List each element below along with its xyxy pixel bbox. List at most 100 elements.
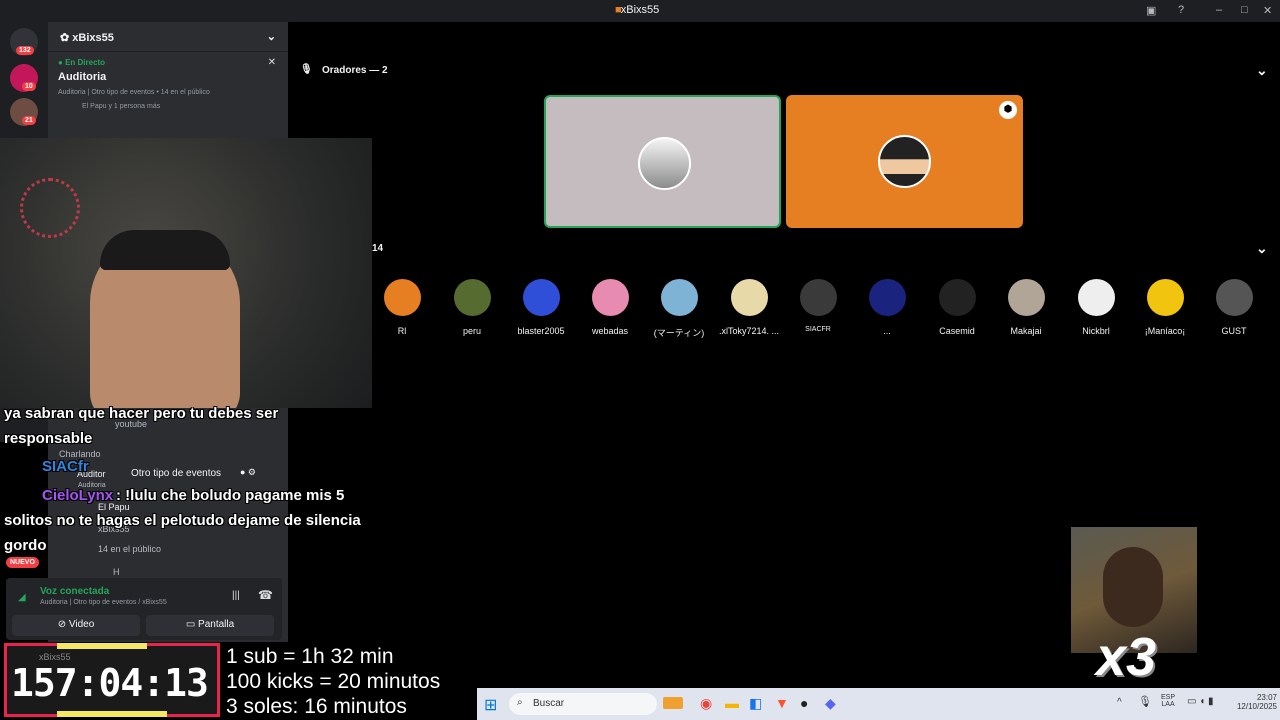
multiplier-label: x3 bbox=[1096, 627, 1157, 687]
microphone-icon[interactable]: 🎙 bbox=[1138, 695, 1152, 708]
speaker-tile[interactable] bbox=[544, 95, 781, 228]
taskbar-search[interactable]: ⌕ Buscar bbox=[509, 693, 657, 715]
voice-status[interactable]: Voz conectada bbox=[40, 586, 109, 597]
brave-icon[interactable]: ▼ bbox=[775, 695, 789, 711]
avatar bbox=[799, 279, 837, 316]
rule-line: 100 kicks = 20 minutos bbox=[226, 670, 441, 693]
inbox-icon[interactable]: ▣ bbox=[1146, 4, 1156, 17]
subathon-timer: xBixs55 157:04:13 bbox=[4, 643, 220, 717]
audience-member[interactable]: ‎.xlToky7214‎. ... bbox=[716, 279, 782, 336]
webcam-overlay bbox=[0, 138, 372, 408]
rule-line: 1 sub = 1h 32 min bbox=[226, 645, 394, 668]
chat-line: solitos no te hagas el pelotudo dejame d… bbox=[4, 512, 361, 529]
decor-lights bbox=[20, 178, 80, 238]
audience-member[interactable]: Casemid bbox=[924, 279, 990, 336]
moderator-icon: ⬢ bbox=[999, 101, 1017, 119]
stage-meta: Auditoria | Otro tipo de eventos • 14 en… bbox=[58, 89, 210, 96]
chat-line: responsable bbox=[4, 430, 93, 447]
audience-member[interactable]: Nickbrl bbox=[1063, 279, 1129, 336]
clock[interactable]: 23:07 12/10/2025 bbox=[1225, 693, 1277, 711]
voice-path: Auditoria | Otro tipo de eventos / xBixs… bbox=[40, 599, 167, 606]
minimize-icon[interactable]: – bbox=[1216, 4, 1222, 16]
signal-icon: ◢ bbox=[18, 592, 26, 603]
channel-h[interactable]: H bbox=[113, 567, 120, 577]
chevron-down-icon[interactable]: ⌄ bbox=[1256, 62, 1268, 79]
timer-accent bbox=[57, 711, 167, 717]
server-icon[interactable]: 21 bbox=[10, 98, 38, 126]
live-stage-card[interactable]: ● En Directo Auditoria Auditoria | Otro … bbox=[48, 52, 288, 116]
audience-member[interactable]: SIACFR bbox=[785, 279, 851, 333]
title-bar: ■ xBixs55 ▣ ? – □ ✕ bbox=[0, 0, 1280, 22]
audience-member[interactable]: ¡Maníaco¡ bbox=[1132, 279, 1198, 336]
maximize-icon[interactable]: □ bbox=[1241, 4, 1248, 16]
chrome-icon[interactable]: ◉ bbox=[700, 695, 712, 712]
language-indicator[interactable]: ESP LAA bbox=[1161, 694, 1175, 708]
video-button[interactable]: ⊘ Video bbox=[12, 615, 140, 636]
chat-username: CieloLynx bbox=[42, 487, 114, 504]
noise-suppression-icon[interactable]: ||| bbox=[232, 590, 240, 601]
windows-taskbar: ⊞ ⌕ Buscar ◉ ▬ ◧ ▼ ● ◆ ^ 🎙 ESP LAA ▭ ◖ ▮ … bbox=[477, 688, 1280, 720]
new-badge: NUEVO bbox=[6, 557, 39, 568]
close-icon[interactable]: ✕ bbox=[268, 57, 276, 68]
chat-line: gordo bbox=[4, 537, 47, 554]
avatar bbox=[522, 279, 560, 316]
audience-member[interactable]: Rl bbox=[369, 279, 435, 336]
avatar bbox=[1077, 279, 1115, 316]
microphone-icon: 🎙 bbox=[300, 64, 313, 75]
help-icon[interactable]: ? bbox=[1178, 4, 1184, 16]
avatar bbox=[660, 279, 698, 316]
avatar bbox=[938, 279, 976, 316]
avatar bbox=[730, 279, 768, 316]
server-icon: ✿ bbox=[60, 32, 73, 44]
audience-header: 14 bbox=[372, 243, 384, 254]
screen-icon: ▭ bbox=[185, 619, 199, 630]
discord-icon[interactable]: ◆ bbox=[825, 695, 836, 712]
avatar bbox=[1146, 279, 1184, 316]
stage-name: Auditoria bbox=[58, 71, 107, 83]
chevron-down-icon[interactable]: ⌄ bbox=[1256, 240, 1268, 257]
camera-off-icon: ⊘ bbox=[57, 619, 69, 630]
app-icon[interactable]: ◧ bbox=[749, 695, 762, 712]
event-type: Otro tipo de eventos bbox=[131, 468, 222, 479]
speaker-tile[interactable]: ⬢ bbox=[786, 95, 1023, 228]
network-icon[interactable]: ▭ ◖ ▮ bbox=[1187, 696, 1214, 707]
audience-member[interactable]: (マーティン) bbox=[646, 279, 712, 339]
audience-member[interactable]: ... bbox=[854, 279, 920, 336]
mention-badge: 132 bbox=[16, 46, 34, 55]
timer-accent bbox=[57, 643, 147, 649]
avatar bbox=[453, 279, 491, 316]
audience-member[interactable]: GUST bbox=[1201, 279, 1267, 336]
tray-chevron-icon[interactable]: ^ bbox=[1117, 697, 1122, 708]
audience-member[interactable]: peru bbox=[439, 279, 505, 336]
server-name: xBixs55 bbox=[72, 32, 114, 44]
avatar bbox=[1007, 279, 1045, 316]
live-label: ● En Directo bbox=[58, 58, 106, 67]
guest-figure bbox=[1103, 547, 1163, 627]
windows-start-icon[interactable]: ⊞ bbox=[484, 695, 497, 715]
avatar bbox=[638, 137, 691, 190]
avatar bbox=[591, 279, 629, 316]
app-icon[interactable] bbox=[663, 697, 683, 709]
audience-count: 14 en el público bbox=[98, 544, 162, 554]
audience-member[interactable]: Makajai bbox=[993, 279, 1059, 336]
screen-share-button[interactable]: ▭ Pantalla bbox=[146, 615, 274, 636]
close-window-icon[interactable]: ✕ bbox=[1263, 4, 1272, 17]
avatar bbox=[383, 279, 421, 316]
mention-badge: 10 bbox=[22, 82, 36, 91]
audience-member[interactable]: webadas bbox=[577, 279, 643, 336]
audience-member[interactable]: blaster2005 bbox=[508, 279, 574, 336]
server-icon[interactable]: 10 bbox=[10, 64, 38, 92]
chat-line: ya sabran que hacer pero tu debes ser bbox=[4, 405, 279, 422]
avatar bbox=[1215, 279, 1253, 316]
event-icons[interactable]: ● ⚙ bbox=[240, 467, 256, 478]
dm-home-icon[interactable]: 132 bbox=[10, 28, 38, 56]
speakers-header: Oradores — 2 bbox=[322, 65, 388, 76]
avatar bbox=[868, 279, 906, 316]
chevron-down-icon[interactable]: ⌄ bbox=[267, 30, 276, 43]
search-icon: ⌕ bbox=[517, 697, 523, 708]
timer-value: 157:04:13 bbox=[11, 661, 209, 705]
folder-icon[interactable]: ▬ bbox=[725, 695, 739, 711]
obs-icon[interactable]: ● bbox=[800, 695, 808, 711]
server-header[interactable]: ✿ xBixs55 ⌄ bbox=[48, 22, 288, 52]
disconnect-icon[interactable]: ☎ bbox=[258, 588, 273, 602]
